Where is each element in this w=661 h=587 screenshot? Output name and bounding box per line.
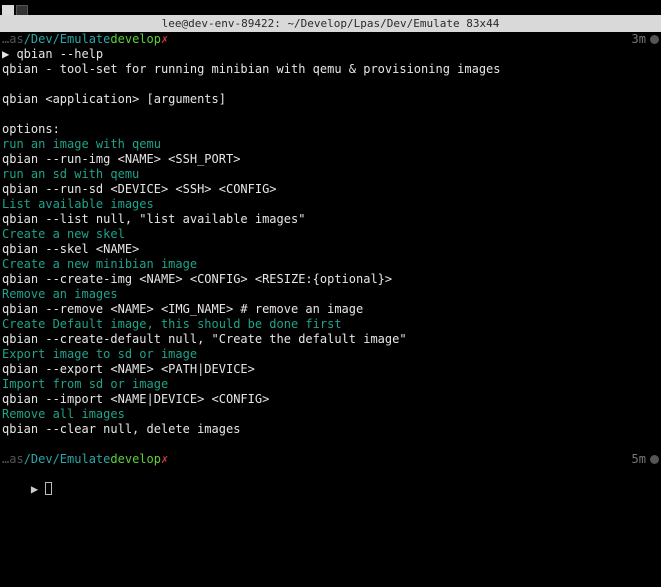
- help-heading: Remove all images: [2, 407, 659, 422]
- help-usage: qbian --run-img <NAME> <SSH_PORT>: [2, 152, 659, 167]
- output-line: qbian <application> [arguments]: [2, 92, 659, 107]
- prompt-line: …as/Dev/Emulate develop ✗ 3m: [2, 32, 659, 47]
- help-heading: run an sd with qemu: [2, 167, 659, 182]
- window-tab-active[interactable]: [2, 5, 14, 15]
- prompt-caret-icon: ▶: [31, 482, 45, 497]
- help-heading: List available images: [2, 197, 659, 212]
- output-line: options:: [2, 122, 659, 137]
- help-heading: Create a new minibian image: [2, 257, 659, 272]
- prompt-input-line[interactable]: ▶: [2, 467, 659, 512]
- prompt-path-truncated: …as: [2, 32, 24, 47]
- help-usage: qbian --remove <NAME> <IMG_NAME> # remov…: [2, 302, 659, 317]
- prompt-path: /Dev/Emulate: [24, 32, 111, 47]
- prompt-dirty-icon: ✗: [161, 32, 168, 47]
- help-usage: qbian --skel <NAME>: [2, 242, 659, 257]
- output-line: qbian - tool-set for running minibian wi…: [2, 62, 659, 77]
- window-titlebar: lee@dev-env-89422: ~/Develop/Lpas/Dev/Em…: [0, 15, 661, 32]
- help-usage: qbian --create-img <NAME> <CONFIG> <RESI…: [2, 272, 659, 287]
- help-usage: qbian --import <NAME|DEVICE> <CONFIG>: [2, 392, 659, 407]
- command-line: ▶ qbian --help: [2, 47, 659, 62]
- help-heading: Create Default image, this should be don…: [2, 317, 659, 332]
- help-heading: Export image to sd or image: [2, 347, 659, 362]
- help-usage: qbian --run-sd <DEVICE> <SSH> <CONFIG>: [2, 182, 659, 197]
- cursor: [45, 482, 52, 495]
- prompt-path: /Dev/Emulate: [24, 452, 111, 467]
- prompt-path-truncated: …as: [2, 452, 24, 467]
- help-usage: qbian --export <NAME> <PATH|DEVICE>: [2, 362, 659, 377]
- status-indicator-icon: [650, 35, 659, 44]
- prompt-line: …as/Dev/Emulate develop ✗ 5m: [2, 452, 659, 467]
- prompt-elapsed: 3m: [632, 32, 646, 47]
- help-usage: qbian --clear null, delete images: [2, 422, 659, 437]
- status-indicator-icon: [650, 455, 659, 464]
- prompt-branch: develop: [110, 32, 161, 47]
- prompt-dirty-icon: ✗: [161, 452, 168, 467]
- prompt-branch: develop: [110, 452, 161, 467]
- prompt-elapsed: 5m: [632, 452, 646, 467]
- window-tab[interactable]: [16, 5, 28, 15]
- help-heading: Remove an images: [2, 287, 659, 302]
- window-title: lee@dev-env-89422: ~/Develop/Lpas/Dev/Em…: [162, 16, 500, 31]
- help-heading: Create a new skel: [2, 227, 659, 242]
- help-heading: run an image with qemu: [2, 137, 659, 152]
- help-heading: Import from sd or image: [2, 377, 659, 392]
- help-usage: qbian --list null, "list available image…: [2, 212, 659, 227]
- terminal-output[interactable]: …as/Dev/Emulate develop ✗ 3m ▶ qbian --h…: [0, 32, 661, 514]
- help-usage: qbian --create-default null, "Create the…: [2, 332, 659, 347]
- window-tabstrip: [0, 0, 661, 15]
